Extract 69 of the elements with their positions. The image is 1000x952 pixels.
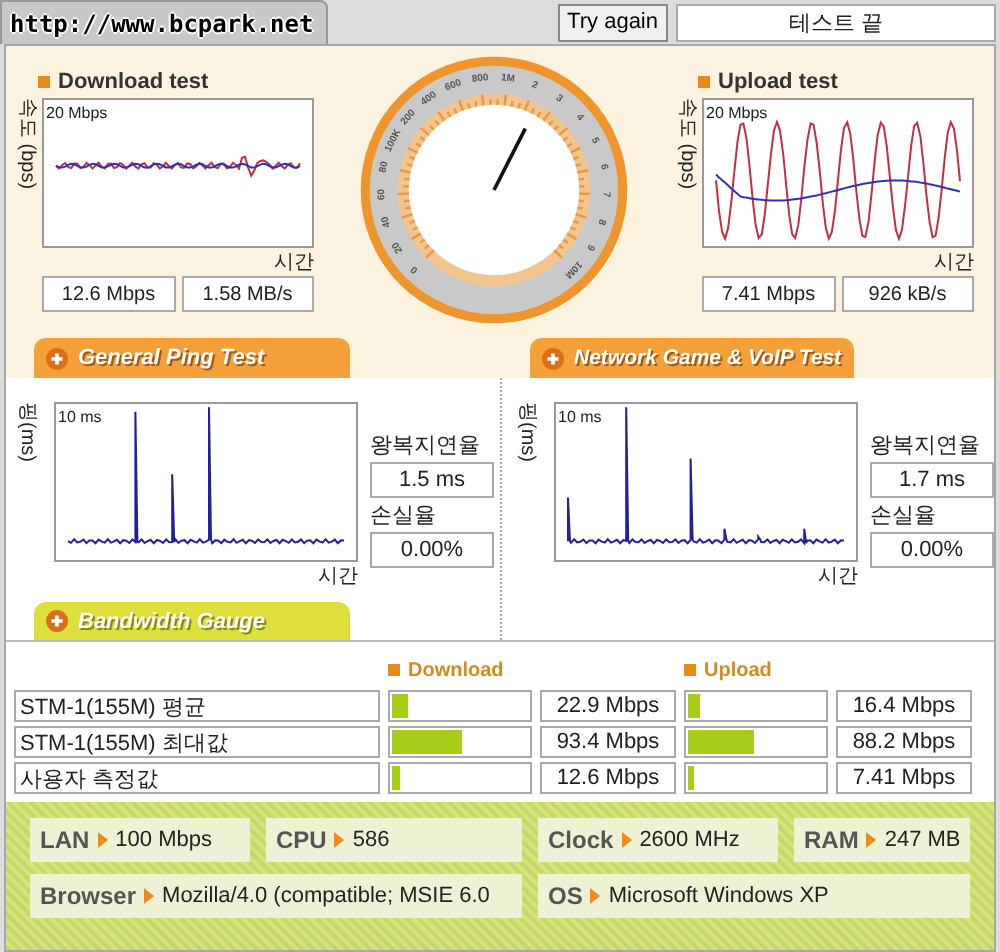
rtt-field: 1.7 ms xyxy=(870,462,994,498)
arrow-icon xyxy=(590,888,601,904)
column-header: Download xyxy=(408,659,504,681)
table-cell: 16.4 Mbps xyxy=(836,690,972,722)
bullet-icon xyxy=(698,76,710,88)
info-label: CPU xyxy=(276,826,327,854)
axis-label: 시간 xyxy=(274,250,314,276)
info-value: Microsoft Windows XP xyxy=(608,884,829,908)
field-label: 손실율 xyxy=(870,502,938,530)
table-cell: 93.4 Mbps xyxy=(540,726,676,758)
axis-label: 시간 xyxy=(934,250,974,276)
row-label: STM-1(155M) 평균 xyxy=(14,690,380,722)
table-cell: 88.2 Mbps xyxy=(836,726,972,758)
rtt-field: 1.5 ms xyxy=(370,462,494,498)
axis-label: 시간 xyxy=(818,564,858,590)
plus-circle-icon xyxy=(46,347,68,369)
info-value: 2600 MHz xyxy=(639,828,740,852)
arrow-icon xyxy=(334,832,345,848)
axis-label: 핑(ms) xyxy=(514,402,540,462)
column-header: Upload xyxy=(704,659,772,681)
info-label: LAN xyxy=(40,826,90,854)
info-label: OS xyxy=(548,882,583,910)
info-label: Browser xyxy=(40,882,137,910)
row-label: 사용자 측정값 xyxy=(14,762,380,794)
table-cell: 12.6 Mbps xyxy=(540,762,676,794)
arrow-icon xyxy=(144,888,155,904)
arrow-icon xyxy=(97,832,108,848)
field-label: 왕복지연율 xyxy=(870,432,982,460)
panel-title: Upload test xyxy=(718,70,838,94)
reading-field: 7.41 Mbps xyxy=(702,276,835,312)
scale-label: 10 ms xyxy=(58,408,102,426)
reading-field: 12.6 Mbps xyxy=(42,276,175,312)
axis-label: 시간 xyxy=(318,564,358,590)
bullet-icon xyxy=(388,664,400,676)
scale-label: 20 Mbps xyxy=(46,104,108,122)
try-again-button[interactable]: Try again xyxy=(557,3,668,41)
panel-title: Download test xyxy=(58,70,209,94)
table-cell: 22.9 Mbps xyxy=(540,690,676,722)
plus-circle-icon xyxy=(46,610,68,632)
scale-label: 10 ms xyxy=(558,408,602,426)
info-value: 247 MB xyxy=(884,828,961,852)
axis-label: 속도 (bps) xyxy=(674,98,700,190)
section-tab[interactable]: General Ping Test xyxy=(34,338,350,378)
reading-field: 926 kB/s xyxy=(841,276,974,312)
info-label: RAM xyxy=(804,826,859,854)
scale-label: 20 Mbps xyxy=(706,104,768,122)
info-value: 100 Mbps xyxy=(115,828,212,852)
plus-circle-icon xyxy=(542,347,564,369)
section-tab[interactable]: Bandwidth Gauge xyxy=(34,602,350,640)
info-label: Clock xyxy=(548,826,614,854)
needle xyxy=(492,127,527,191)
field-label: 왕복지연율 xyxy=(370,432,482,460)
status-field: 테스트 끝 xyxy=(676,3,996,41)
axis-label: 속도 (bps) xyxy=(14,98,40,190)
loss-field: 0.00% xyxy=(370,532,494,568)
section-tab[interactable]: Network Game & VoIP Test xyxy=(530,338,854,378)
table-cell: 7.41 Mbps xyxy=(836,762,972,794)
info-value: 586 xyxy=(352,828,390,852)
row-label: STM-1(155M) 최대값 xyxy=(14,726,380,758)
loss-field: 0.00% xyxy=(870,532,994,568)
bullet-icon xyxy=(684,664,696,676)
info-value: Mozilla/4.0 (compatible; MSIE 6.0 xyxy=(162,884,490,908)
axis-label: 핑(ms) xyxy=(14,402,40,462)
site-url: http://www.bcpark.net xyxy=(0,0,328,44)
arrow-icon xyxy=(866,832,877,848)
reading-field: 1.58 MB/s xyxy=(181,276,314,312)
field-label: 손실율 xyxy=(370,502,438,530)
arrow-icon xyxy=(621,832,632,848)
bullet-icon xyxy=(38,76,50,88)
